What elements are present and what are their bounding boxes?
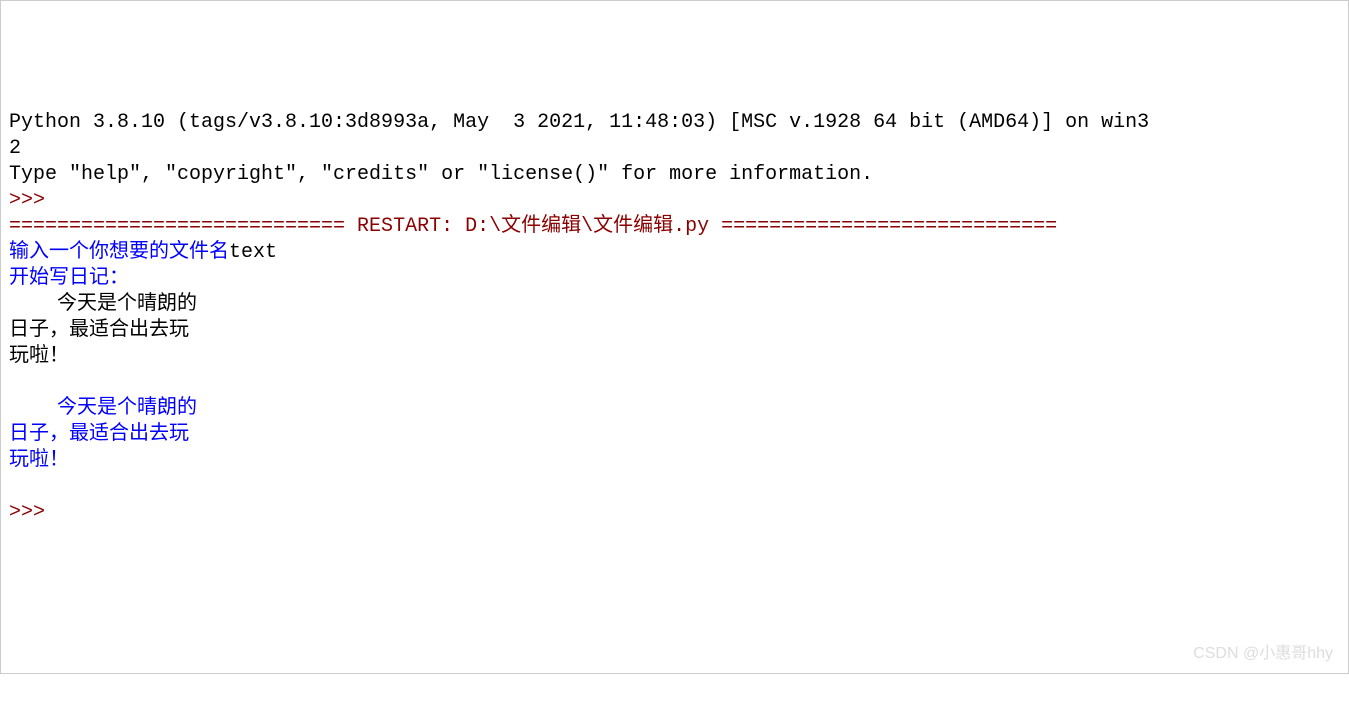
output-line2: 日子，最适合出去玩 <box>9 423 189 446</box>
python-help-line: Type "help", "copyright", "credits" or "… <box>9 163 873 186</box>
python-version-line2: 2 <box>9 137 21 160</box>
restart-line: ============================ RESTART: D:… <box>9 215 1057 238</box>
input-prompt-filename: 输入一个你想要的文件名 <box>9 241 229 264</box>
prompt-symbol: >>> <box>9 189 57 212</box>
diary-input-line1: 今天是个晴朗的 <box>9 293 197 316</box>
output-line3: 玩啦！ <box>9 449 69 472</box>
diary-input-line2: 日子，最适合出去玩 <box>9 319 189 342</box>
diary-input-line3: 玩啦！ <box>9 345 69 368</box>
input-value-filename: text <box>229 241 277 264</box>
output-line1: 今天是个晴朗的 <box>9 397 197 420</box>
python-version-line1: Python 3.8.10 (tags/v3.8.10:3d8993a, May… <box>9 111 1149 134</box>
input-prompt-diary: 开始写日记： <box>9 267 129 290</box>
idle-shell-output[interactable]: Python 3.8.10 (tags/v3.8.10:3d8993a, May… <box>9 110 1340 526</box>
final-prompt-symbol: >>> <box>9 501 57 524</box>
csdn-watermark: CSDN @小惠哥hhy <box>1193 644 1333 665</box>
